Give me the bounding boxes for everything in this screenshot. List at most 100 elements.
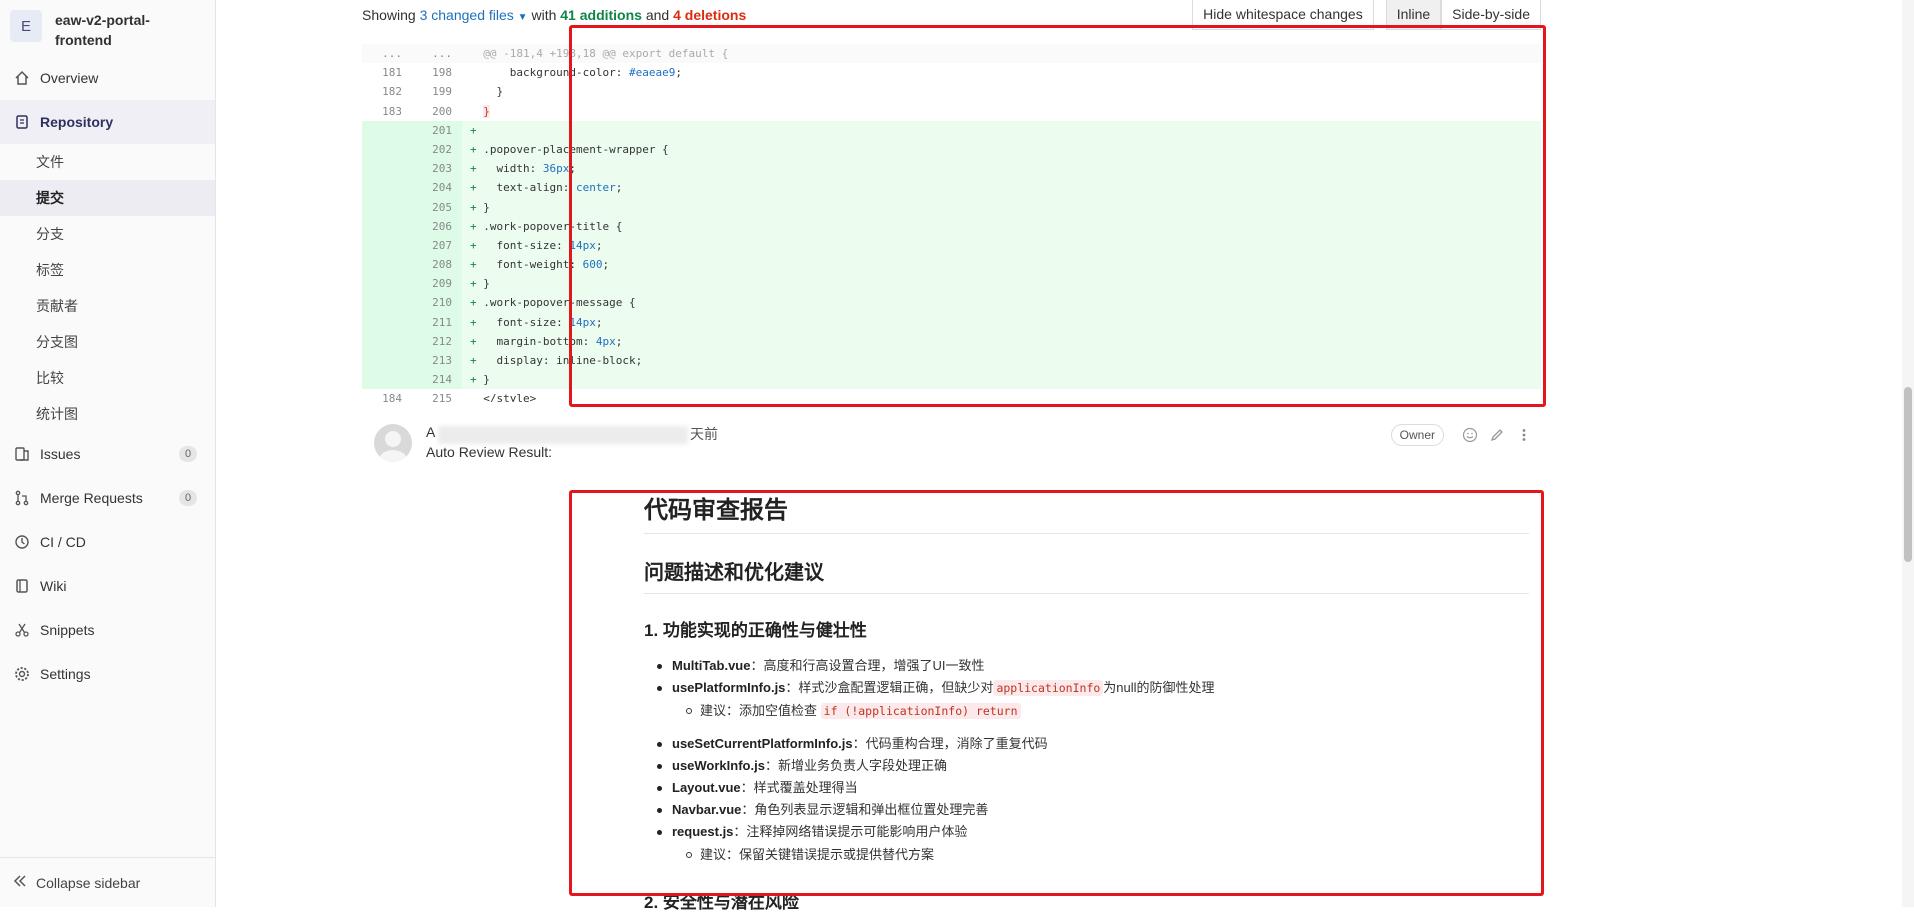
project-name[interactable]: eaw-v2-portal-frontend [55,10,175,50]
comment-author-initial[interactable]: A [426,424,435,440]
diff-line: 213 + display: inline-block; [362,351,1541,371]
changed-files-dropdown[interactable]: 3 changed files ▼ [420,7,528,23]
new-line-number[interactable]: 211 [412,312,462,332]
old-line-number[interactable] [362,159,412,179]
diff-line: 181 198 background-color: #eaeae9; [362,63,1541,82]
diff-line: 184 215 </style> [362,389,1541,402]
new-line-number[interactable]: 215 [412,389,462,402]
collapse-sidebar-button[interactable]: Collapse sidebar [0,857,215,907]
diff-line-code: } [483,104,490,118]
sidebar-subitem-2[interactable]: 分支 [0,216,215,252]
project-header[interactable]: E eaw-v2-portal-frontend [0,0,215,56]
new-line-number[interactable]: ... [412,44,462,63]
pencil-icon[interactable] [1488,426,1506,444]
report-list-item: useWorkInfo.js：新增业务负责人字段处理正确 [644,755,1529,777]
old-line-number[interactable]: ... [362,44,412,63]
sidebar-item-cicd[interactable]: CI / CD [0,520,215,564]
old-line-number[interactable] [362,274,412,294]
old-line-number[interactable]: 183 [362,102,412,121]
redacted-author-info [438,426,688,444]
sidebar-item-issues[interactable]: Issues 0 [0,432,215,476]
new-line-number[interactable]: 206 [412,216,462,236]
new-line-number[interactable]: 200 [412,102,462,121]
diff-line-code: + } [462,370,1541,390]
new-line-number[interactable]: 201 [412,120,462,140]
old-line-number[interactable]: 182 [362,82,412,101]
new-line-number[interactable]: 209 [412,274,462,294]
old-line-number[interactable] [362,293,412,313]
diff-line: 203 + width: 36px; [362,159,1541,179]
new-line-number[interactable]: 198 [412,63,462,82]
book-icon [12,112,32,132]
old-line-number[interactable] [362,178,412,198]
file-name: request.js [672,824,734,839]
sidebar-item-snippets[interactable]: Snippets [0,608,215,652]
old-line-number[interactable]: 181 [362,63,412,82]
scrollbar-thumb[interactable] [1904,387,1912,562]
owner-badge: Owner [1390,424,1444,446]
and-label: and [645,7,670,23]
diff-line: 207 + font-size: 14px; [362,235,1541,256]
avatar[interactable] [374,424,412,462]
old-line-number[interactable] [362,120,412,140]
smiley-icon[interactable] [1461,426,1479,444]
side-by-side-button[interactable]: Side-by-side [1441,0,1541,30]
diff-line-code: + [462,120,1541,140]
report-sub-item: 建议：添加空值检查 if (!applicationInfo) return [644,699,1529,723]
old-line-number[interactable] [362,197,412,217]
new-line-number[interactable]: 212 [412,331,462,351]
sidebar-item-merge-requests[interactable]: Merge Requests 0 [0,476,215,520]
report-list: MultiTab.vue：高度和行高设置合理，增强了UI一致性 usePlatfo… [644,655,1529,867]
hide-whitespace-button[interactable]: Hide whitespace changes [1192,0,1374,30]
old-line-number[interactable] [362,351,412,371]
new-line-number[interactable]: 213 [412,351,462,371]
more-vertical-icon[interactable] [1515,426,1533,444]
diff-line-code: } [470,85,504,99]
sidebar-subitem-4[interactable]: 贡献者 [0,288,215,324]
diff-line: 211 + font-size: 14px; [362,312,1541,332]
file-name: useWorkInfo.js [672,758,765,773]
diff-line-code: + display: inline-block; [462,351,1541,371]
old-line-number[interactable] [362,216,412,236]
caret-down-icon: ▼ [517,12,528,23]
page-scrollbar[interactable] [1902,0,1914,907]
new-line-number[interactable]: 208 [412,255,462,275]
sidebar-subitem-label: 提交 [36,190,64,206]
project-avatar: E [10,10,42,42]
sidebar-subitem-3[interactable]: 标签 [0,252,215,288]
sidebar-subitem-label: 文件 [36,154,64,170]
scissors-icon [12,620,32,640]
sidebar-item-repository[interactable]: Repository [0,100,215,144]
sidebar-item-overview[interactable]: Overview [0,56,215,100]
old-line-number[interactable]: 184 [362,389,412,402]
inline-view-button[interactable]: Inline [1385,0,1442,30]
old-line-number[interactable] [362,235,412,256]
old-line-number[interactable] [362,255,412,275]
old-line-number[interactable] [362,312,412,332]
sidebar-item-label: Issues [40,446,81,462]
new-line-number[interactable]: 203 [412,159,462,179]
new-line-number[interactable]: 204 [412,178,462,198]
sidebar-subitem-0[interactable]: 文件 [0,144,215,180]
sidebar-subitem-6[interactable]: 比较 [0,360,215,396]
sidebar-item-settings[interactable]: Settings [0,652,215,696]
old-line-number[interactable] [362,370,412,390]
new-line-number[interactable]: 214 [412,370,462,390]
diff-line: 214 + } [362,370,1541,390]
old-line-number[interactable] [362,139,412,160]
new-line-number[interactable]: 199 [412,82,462,101]
diff-line-code: + width: 36px; [462,159,1541,179]
new-line-number[interactable]: 210 [412,293,462,313]
sidebar-subitem-7[interactable]: 统计图 [0,396,215,432]
file-name: MultiTab.vue [672,658,751,673]
new-line-number[interactable]: 202 [412,139,462,160]
sidebar-item-wiki[interactable]: Wiki [0,564,215,608]
new-line-number[interactable]: 205 [412,197,462,217]
inline-code: if (!applicationInfo) return [820,703,1021,719]
new-line-number[interactable]: 207 [412,235,462,256]
old-line-number[interactable] [362,331,412,351]
sidebar-subitem-5[interactable]: 分支图 [0,324,215,360]
with-label: with [531,7,557,23]
diff-line: 201 + [362,120,1541,140]
sidebar-subitem-1[interactable]: 提交 [0,180,215,216]
